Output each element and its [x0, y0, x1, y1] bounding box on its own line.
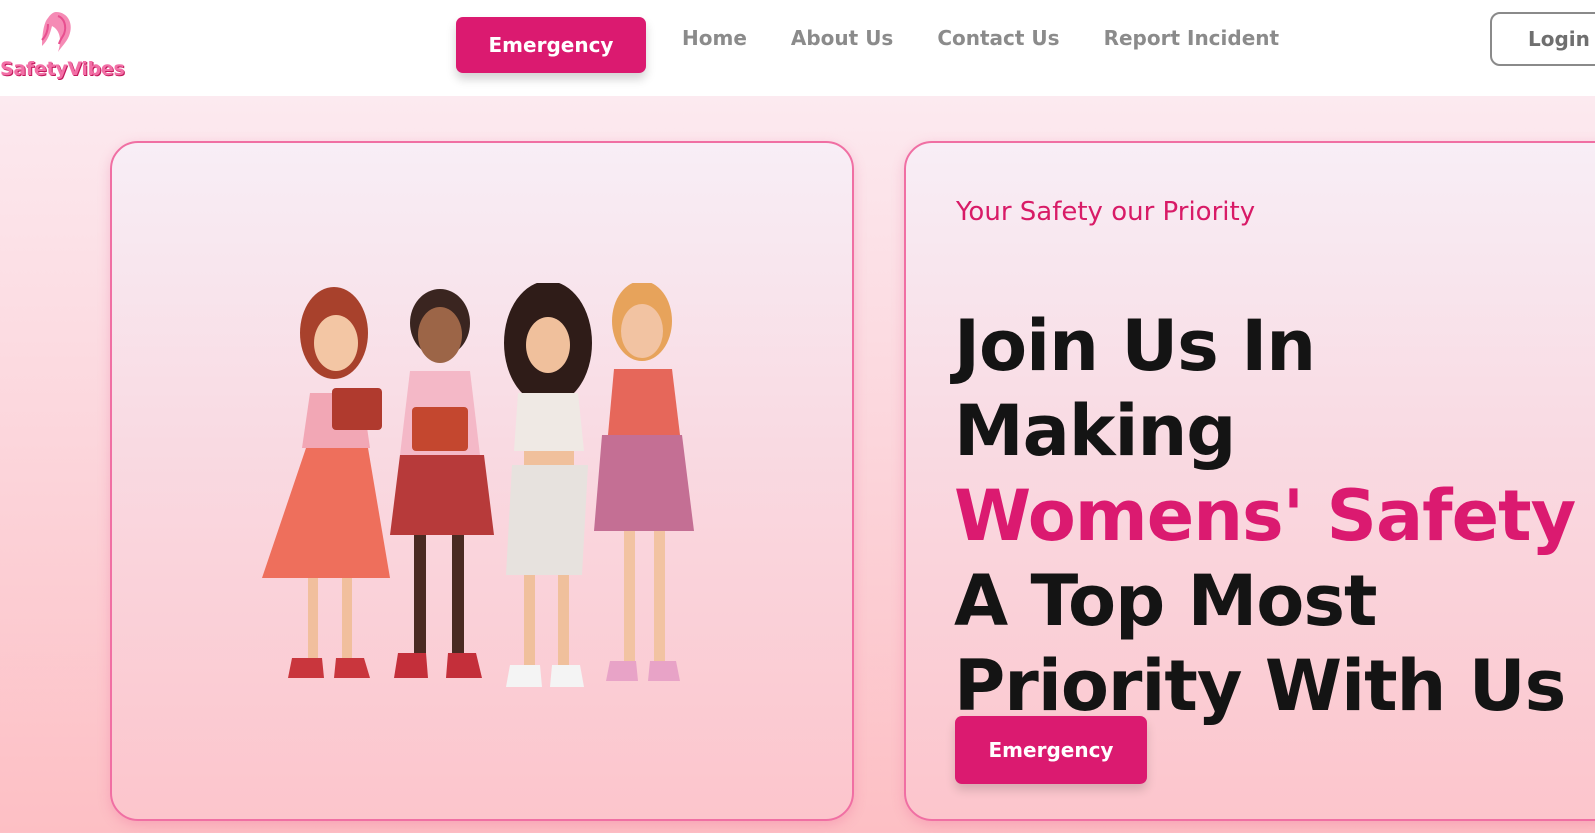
- nav-link-home[interactable]: Home: [682, 26, 747, 50]
- nav-link-about-us[interactable]: About Us: [791, 26, 893, 50]
- four-women-illustration: [262, 283, 694, 687]
- hero-image-card: [110, 141, 854, 821]
- headline-line-1: Join Us In: [954, 304, 1316, 387]
- nav-link-contact-us[interactable]: Contact Us: [937, 26, 1059, 50]
- navbar: SafetyVibes Emergency Home About Us Cont…: [0, 0, 1595, 96]
- emergency-nav-button[interactable]: Emergency: [456, 17, 646, 73]
- nav-links: Home About Us Contact Us Report Incident: [682, 26, 1279, 50]
- headline-line-3-accent: Womens' Safety: [954, 474, 1576, 557]
- woman-profile-icon: [41, 12, 71, 52]
- woman-4-figure: [594, 283, 694, 681]
- hero-tagline: Your Safety our Priority: [956, 197, 1256, 227]
- emergency-hero-button[interactable]: Emergency: [955, 716, 1147, 784]
- hero-headline: Join Us In Making Womens' Safety A Top M…: [954, 304, 1595, 729]
- woman-2-figure: [390, 289, 494, 678]
- headline-line-4: A Top Most: [954, 559, 1377, 642]
- login-button[interactable]: Login: [1490, 12, 1595, 66]
- hero-text-card: Your Safety our Priority Join Us In Maki…: [904, 141, 1595, 821]
- logo[interactable]: SafetyVibes: [0, 8, 140, 80]
- nav-link-report-incident[interactable]: Report Incident: [1104, 26, 1279, 50]
- woman-3-figure: [504, 283, 592, 687]
- headline-line-2: Making: [954, 389, 1236, 472]
- logo-text: SafetyVibes: [0, 58, 125, 80]
- woman-1-figure: [262, 287, 390, 678]
